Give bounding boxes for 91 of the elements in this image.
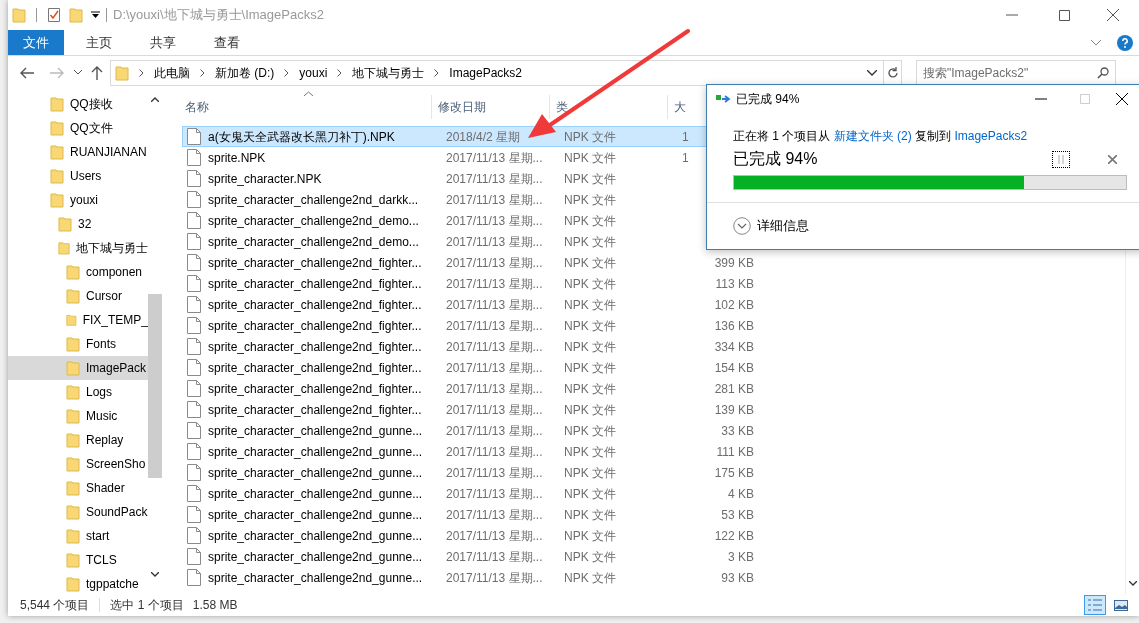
modified-date: 2017/11/13 星期... <box>445 464 544 482</box>
modified-date: 2017/11/13 星期... <box>445 233 544 251</box>
modified-date: 2017/11/13 星期... <box>445 401 544 419</box>
window-title: D:\youxi\地下城与勇士\ImagePacks2 <box>113 6 324 25</box>
file-size: 1 <box>682 128 689 146</box>
file-size: 139 KB <box>714 401 754 419</box>
file-size: 33 KB <box>721 422 754 440</box>
file-name: sprite_character_challenge2nd_gunne... <box>208 443 423 461</box>
modified-date: 2017/11/13 星期... <box>445 254 544 272</box>
search-placeholder: 搜索"ImagePacks2" <box>923 64 1029 82</box>
file-type: NPK 文件 <box>563 548 617 566</box>
modified-date: 2017/11/13 星期... <box>445 380 544 398</box>
file-type: NPK 文件 <box>563 191 617 209</box>
file-size: 4 KB <box>728 485 754 503</box>
file-type: NPK 文件 <box>563 485 617 503</box>
modified-date: 2017/11/13 星期... <box>445 443 544 461</box>
modified-date: 2017/11/13 星期... <box>445 527 544 545</box>
selection-count: 选中 1 个项目 <box>110 597 184 614</box>
file-name: sprite_character_challenge2nd_fighter... <box>208 359 422 377</box>
file-name: a(女鬼天全武器改长黑刀补丁).NPK <box>208 128 395 146</box>
file-name: sprite_character_challenge2nd_fighter... <box>208 254 422 272</box>
file-size: 399 KB <box>714 254 754 272</box>
file-type: NPK 文件 <box>563 380 617 398</box>
modified-date: 2018/4/2 星期 <box>445 128 522 146</box>
file-name: sprite_character_challenge2nd_gunne... <box>208 548 423 566</box>
progress-status: 已完成 94% <box>733 149 818 169</box>
file-size: 3 KB <box>728 548 754 566</box>
file-type: NPK 文件 <box>563 506 617 524</box>
file-type: NPK 文件 <box>563 464 617 482</box>
file-name: sprite_character_challenge2nd_gunne... <box>208 506 423 524</box>
file-name: sprite_character_challenge2nd_gunne... <box>208 485 423 503</box>
file-name: sprite_character_challenge2nd_demo... <box>208 212 419 230</box>
file-type: NPK 文件 <box>563 422 617 440</box>
modified-date: 2017/11/13 星期... <box>445 212 544 230</box>
file-size: 93 KB <box>721 569 754 587</box>
dialog-title: 已完成 94% <box>736 91 800 108</box>
modified-date: 2017/11/13 星期... <box>445 569 544 587</box>
file-name: sprite_character.NPK <box>208 170 322 188</box>
file-size: 334 KB <box>714 338 754 356</box>
modified-date: 2017/11/13 星期... <box>445 275 544 293</box>
file-size: 136 KB <box>714 317 754 335</box>
file-size: 122 KB <box>714 527 754 545</box>
file-name: sprite_character_challenge2nd_fighter... <box>208 338 422 356</box>
modified-date: 2017/11/13 星期... <box>445 296 544 314</box>
item-count: 5,544 个项目 <box>20 597 90 614</box>
file-name: sprite_character_challenge2nd_fighter... <box>208 275 422 293</box>
modified-date: 2017/11/13 星期... <box>445 359 544 377</box>
file-type: NPK 文件 <box>563 527 617 545</box>
file-size: 1 <box>682 149 689 167</box>
modified-date: 2017/11/13 星期... <box>445 317 544 335</box>
file-type: NPK 文件 <box>563 275 617 293</box>
file-type: NPK 文件 <box>563 128 617 146</box>
file-type: NPK 文件 <box>563 401 617 419</box>
file-name: sprite_character_challenge2nd_gunne... <box>208 422 423 440</box>
file-name: sprite_character_challenge2nd_gunne... <box>208 464 423 482</box>
file-name: sprite_character_challenge2nd_darkk... <box>208 191 419 209</box>
modified-date: 2017/11/13 星期... <box>445 422 544 440</box>
file-size: 102 KB <box>714 296 754 314</box>
file-type: NPK 文件 <box>563 170 617 188</box>
file-type: NPK 文件 <box>563 254 617 272</box>
file-size: 154 KB <box>714 359 754 377</box>
modified-date: 2017/11/13 星期... <box>445 338 544 356</box>
file-type: NPK 文件 <box>563 443 617 461</box>
file-name: sprite_character_challenge2nd_fighter... <box>208 296 422 314</box>
file-name: sprite_character_challenge2nd_gunne... <box>208 569 423 587</box>
selection-size: 1.58 MB <box>192 597 238 614</box>
file-name: sprite.NPK <box>208 149 266 167</box>
file-name: sprite_character_challenge2nd_fighter... <box>208 401 422 419</box>
file-size: 53 KB <box>721 506 754 524</box>
file-type: NPK 文件 <box>563 359 617 377</box>
modified-date: 2017/11/13 星期... <box>445 149 544 167</box>
file-name: sprite_character_challenge2nd_gunne... <box>208 527 423 545</box>
modified-date: 2017/11/13 星期... <box>445 191 544 209</box>
file-type: NPK 文件 <box>563 233 617 251</box>
modified-date: 2017/11/13 星期... <box>445 548 544 566</box>
file-type: NPK 文件 <box>563 338 617 356</box>
modified-date: 2017/11/13 星期... <box>445 485 544 503</box>
modified-date: 2017/11/13 星期... <box>445 506 544 524</box>
file-size: 111 KB <box>716 443 754 461</box>
file-type: NPK 文件 <box>563 149 617 167</box>
modified-date: 2017/11/13 星期... <box>445 170 544 188</box>
file-size: 281 KB <box>714 380 754 398</box>
file-name: sprite_character_challenge2nd_fighter... <box>208 317 422 335</box>
file-type: NPK 文件 <box>563 569 617 587</box>
file-type: NPK 文件 <box>563 317 617 335</box>
file-type: NPK 文件 <box>563 296 617 314</box>
file-size: 113 KB <box>715 275 754 293</box>
file-size: 175 KB <box>714 464 754 482</box>
file-type: NPK 文件 <box>563 212 617 230</box>
file-name: sprite_character_challenge2nd_fighter... <box>208 380 422 398</box>
file-name: sprite_character_challenge2nd_demo... <box>208 233 419 251</box>
